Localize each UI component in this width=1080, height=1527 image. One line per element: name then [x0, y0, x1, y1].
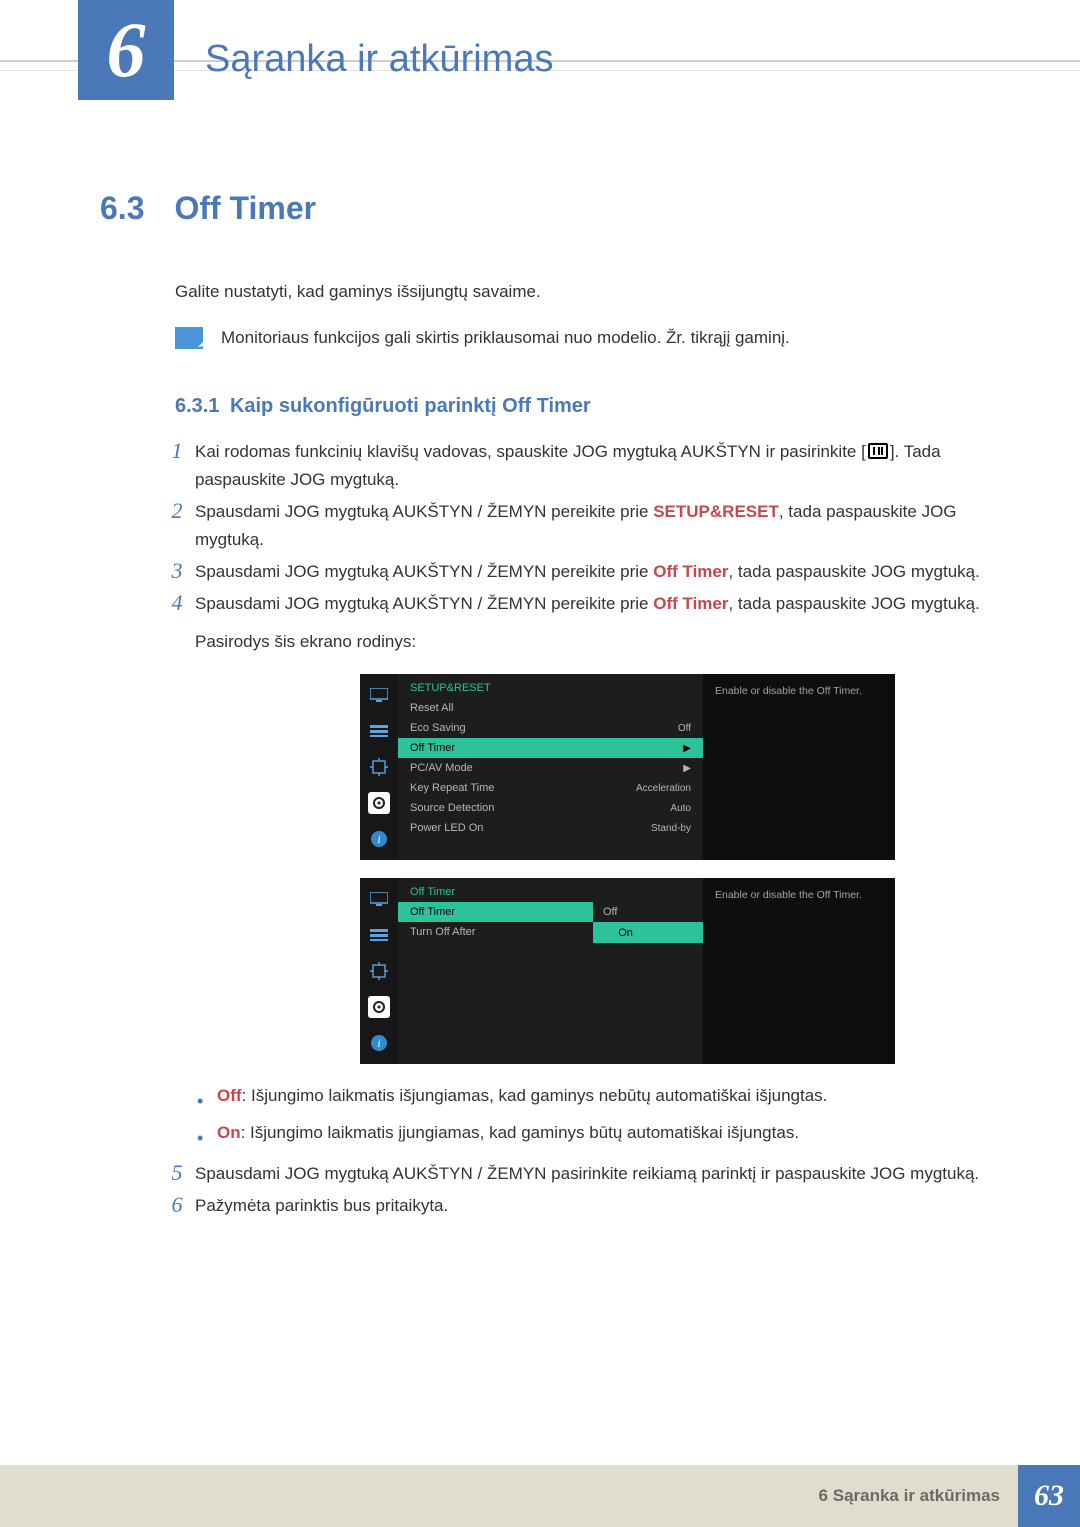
chapter-title: Sąranka ir atkūrimas [205, 38, 553, 81]
footer-page-number: 63 [1018, 1465, 1080, 1527]
step-number: 4 [162, 590, 192, 656]
resize-icon [368, 756, 390, 778]
section-intro: Galite nustatyti, kad gaminys išsijungtų… [175, 282, 980, 302]
osd-screenshot: i Off TimerOff TimerTurn Off After Off✔O… [360, 878, 895, 1064]
section-title: Off Timer [174, 190, 316, 226]
chapter-number: 6 [78, 0, 174, 100]
resize-icon [368, 960, 390, 982]
monitor-icon [368, 684, 390, 706]
svg-text:i: i [377, 832, 380, 846]
step-text: Spausdami JOG mygtuką AUKŠTYN / ŽEMYN pe… [192, 590, 980, 656]
osd-description: Enable or disable the Off Timer. [703, 878, 895, 1064]
step-number: 1 [162, 438, 192, 494]
info-icon: i [368, 1032, 390, 1054]
subsection-number: 6.3.1 [175, 395, 219, 417]
subsection-title: Kaip sukonfigūruoti parinktį Off Timer [230, 395, 591, 417]
gear-icon [368, 996, 390, 1018]
monitor-icon [368, 888, 390, 910]
gear-icon [368, 792, 390, 814]
info-icon: i [368, 828, 390, 850]
step-number: 5 [162, 1160, 192, 1188]
list-icon [368, 924, 390, 946]
list-icon [368, 720, 390, 742]
step-text: Spausdami JOG mygtuką AUKŠTYN / ŽEMYN pe… [192, 498, 980, 554]
osd-screenshot: i SETUP&RESETReset AllEco SavingOffOff T… [360, 674, 895, 860]
section-number: 6.3 [100, 190, 170, 227]
step-number: 3 [162, 558, 192, 586]
osd-description: Enable or disable the Off Timer. [703, 674, 895, 860]
step-number: 2 [162, 498, 192, 554]
note-icon [175, 327, 203, 349]
page-footer: 6 Sąranka ir atkūrimas 63 [0, 1465, 1080, 1527]
step-text: Spausdami JOG mygtuką AUKŠTYN / ŽEMYN pe… [192, 558, 980, 586]
step-text: Spausdami JOG mygtuką AUKŠTYN / ŽEMYN pa… [192, 1160, 979, 1188]
footer-chapter-label: 6 Sąranka ir atkūrimas [819, 1486, 1000, 1506]
menu-icon [868, 443, 888, 459]
step-text: Kai rodomas funkcinių klavišų vadovas, s… [192, 438, 980, 494]
svg-text:i: i [377, 1036, 380, 1050]
step-text: Pažymėta parinktis bus pritaikyta. [192, 1192, 448, 1220]
bullet-off: Off: Išjungimo laikmatis išjungiamas, ka… [195, 1082, 980, 1111]
step-number: 6 [162, 1192, 192, 1220]
note-text: Monitoriaus funkcijos gali skirtis prikl… [221, 327, 790, 350]
bullet-on: On: Išjungimo laikmatis įjungiamas, kad … [195, 1119, 980, 1148]
